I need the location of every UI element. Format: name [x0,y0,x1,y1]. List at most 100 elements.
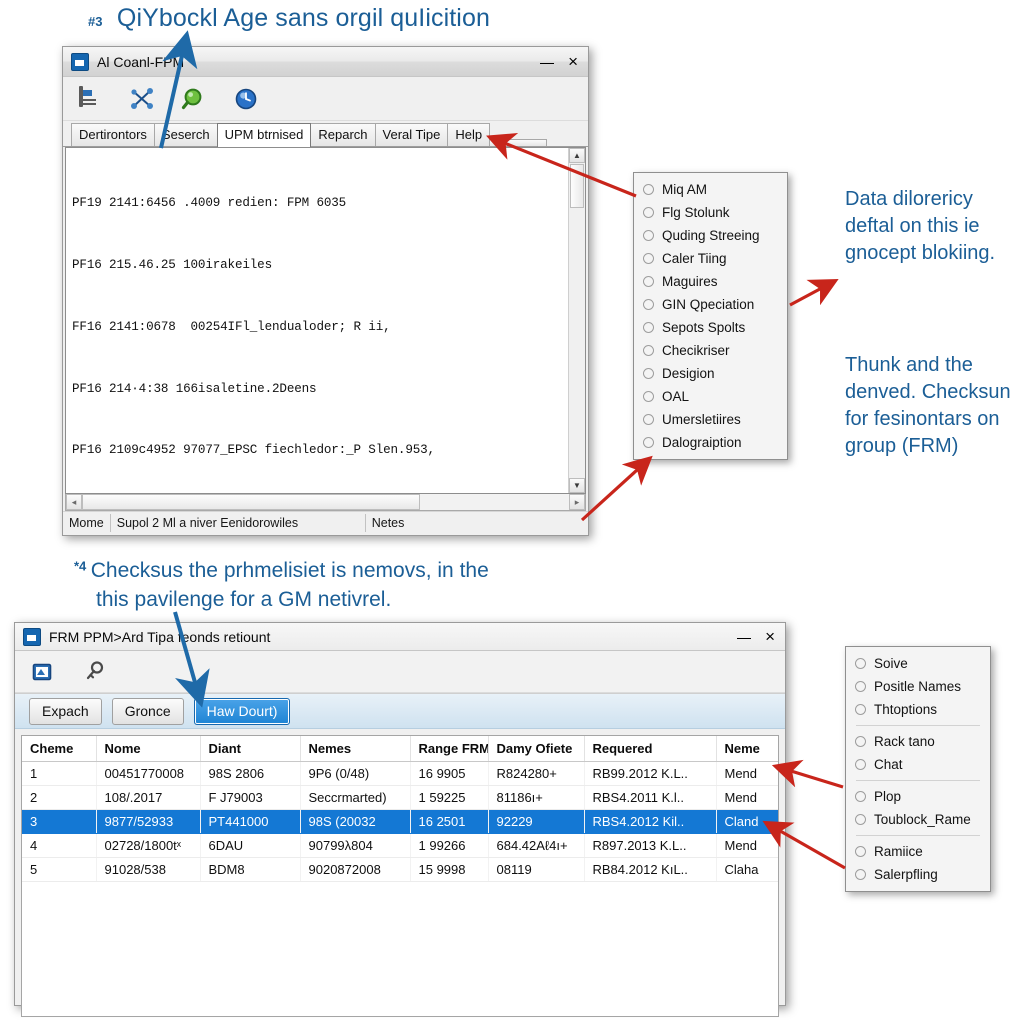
table-row[interactable]: 3 9877/52933 PT441000 98S (20032 16 2501… [22,809,778,834]
column-header-damy-ofiete[interactable]: Damy Ofiete [488,736,585,762]
menu-item-toublock-rame[interactable]: Toublock_Rame [846,808,990,831]
cell-diant: F J79003 [200,785,301,810]
table-row[interactable]: 4 02728/1800tˣ 6DAU 90799λ804 1 99266 68… [22,833,778,858]
log-text-area[interactable]: PF19 2141:6456 .4009 redien: FPM 6035 PF… [65,147,586,494]
radio-icon [855,681,866,692]
gronce-button[interactable]: Gronce [111,697,184,725]
tab-veral-tipe[interactable]: Veral Tipe [374,123,449,146]
minimize-button[interactable] [540,53,555,71]
menu-item-label: Dalograiption [662,435,742,450]
context-menu-top[interactable]: Miq AM Flg Stolunk Quding Streeing Caler… [633,172,788,460]
log-horizontal-scrollbar[interactable]: ◂ ▸ [65,494,586,511]
table-window-titlebar[interactable]: FRM PPM>Ard Tipa feonds retiount × [15,623,785,651]
status-cell-mome: Mome [63,513,111,532]
table-row[interactable]: 1 00451770008 98S 2806 9P6 (0/48) 16 990… [22,761,778,786]
tab-seserch[interactable]: Seserch [153,123,218,146]
menu-item-plop[interactable]: Plop [846,785,990,808]
horizontal-scroll-track[interactable] [420,494,569,510]
radio-icon [643,299,654,310]
menu-item-rack-tano[interactable]: Rack tano [846,730,990,753]
menu-item-maguires[interactable]: Maguires [634,270,787,293]
minimize-button[interactable] [737,628,752,646]
table-window[interactable]: FRM PPM>Ard Tipa feonds retiount × Expac… [14,622,786,1017]
menu-item-salerpfling[interactable]: Salerpfling [846,863,990,886]
menu-item-umersletiires[interactable]: Umersletiires [634,408,787,431]
annotation-top-marker: #3 [88,14,103,29]
scatter-graph-icon[interactable] [129,86,155,112]
search-magnifier-icon[interactable] [181,86,207,112]
clock-globe-icon[interactable] [233,86,259,112]
radio-icon [643,345,654,356]
log-vertical-scrollbar[interactable]: ▲ ▼ [568,148,585,493]
key-icon[interactable] [81,659,107,685]
menu-item-label: OAL [662,389,690,404]
tab-reparch[interactable]: Reparch [310,123,376,146]
scroll-down-arrow-icon[interactable]: ▼ [569,478,585,493]
table-row[interactable]: 2 108/.2017 F J79003 Seccrmarted) 1 5922… [22,785,778,810]
scroll-right-arrow-icon[interactable]: ▸ [569,494,585,510]
cell-range-frm: 16 9905 [410,761,489,786]
menu-item-label: Quding Streeing [662,228,760,243]
menu-separator [856,835,980,836]
tab-help[interactable]: Help [447,123,491,146]
scroll-left-arrow-icon[interactable]: ◂ [66,494,82,510]
close-button[interactable]: × [568,53,578,70]
menu-item-miq-am[interactable]: Miq AM [634,178,787,201]
cell-requered: RB84.2012 KıL.. [584,857,717,882]
menu-item-label: Chat [874,757,903,772]
column-header-cheme[interactable]: Cheme [22,736,97,762]
column-header-nome[interactable]: Nome [96,736,201,762]
column-header-nemes[interactable]: Nemes [300,736,411,762]
menu-item-quding-streeing[interactable]: Quding Streeing [634,224,787,247]
annotation-right-1: Data dilorericy deftal on this ie gnocep… [845,188,996,264]
menu-item-gin-qpeciation[interactable]: GIN Qpeciation [634,293,787,316]
tab-dertirontors[interactable]: Dertirontors [71,123,155,146]
cell-damy-ofiete: 08119 [488,857,585,882]
menu-item-ramiice[interactable]: Ramiice [846,840,990,863]
document-icon[interactable] [77,85,103,112]
radio-icon [643,276,654,287]
haw-dourt-button[interactable]: Haw Dourt) [193,697,291,725]
menu-item-thtoptions[interactable]: Thtoptions [846,698,990,721]
menu-item-dalograiption[interactable]: Dalograiption [634,431,787,454]
tab-upm-btrnised[interactable]: UPM btrnised [216,123,312,147]
log-window-tabs[interactable]: Dertirontors Seserch UPM btrnised Reparc… [63,121,588,147]
horizontal-scroll-thumb[interactable] [82,494,420,510]
arrow-menu-to-row2 [771,759,844,789]
column-header-diant[interactable]: Diant [200,736,301,762]
radio-icon [643,368,654,379]
menu-item-label: Umersletiires [662,412,741,427]
menu-item-chat[interactable]: Chat [846,753,990,776]
cell-neme: Claha [716,857,778,882]
window-icon[interactable] [29,659,55,685]
menu-item-label: Maguires [662,274,718,289]
log-window-titlebar[interactable]: Al Coanl-FPM × [63,47,588,77]
context-menu-bottom[interactable]: Soive Positle Names Thtoptions Rack tano… [845,646,991,892]
menu-item-sepots-spolts[interactable]: Sepots Spolts [634,316,787,339]
expach-button[interactable]: Expach [29,697,102,725]
table-window-toolbar[interactable] [15,651,785,693]
scroll-up-arrow-icon[interactable]: ▲ [569,148,585,163]
table-row[interactable]: 5 91028/538 BDM8 9020872008 15 9998 0811… [22,857,778,882]
column-header-neme[interactable]: Neme [716,736,778,762]
column-header-requered[interactable]: Requered [584,736,717,762]
menu-item-positle-names[interactable]: Positle Names [846,675,990,698]
table-window-tabbar[interactable]: Expach Gronce Haw Dourt) [15,693,785,729]
close-button[interactable]: × [765,628,775,645]
menu-item-soive[interactable]: Soive [846,652,990,675]
radio-icon [643,391,654,402]
menu-item-checikriser[interactable]: Checikriser [634,339,787,362]
data-grid[interactable]: Cheme Nome Diant Nemes Range FRM Damy Of… [21,735,779,1017]
log-window[interactable]: Al Coanl-FPM × Dertirontors Seserch UPM … [62,46,589,536]
table-header-row: Cheme Nome Diant Nemes Range FRM Damy Of… [22,736,778,762]
table-window-title: FRM PPM>Ard Tipa feonds retiount [49,628,271,645]
menu-item-caler-tiing[interactable]: Caler Tiing [634,247,787,270]
log-window-toolbar[interactable] [63,77,588,121]
menu-item-oal[interactable]: OAL [634,385,787,408]
vertical-scroll-thumb[interactable] [570,164,584,208]
menu-item-flg-stolunk[interactable]: Flg Stolunk [634,201,787,224]
menu-item-desigion[interactable]: Desigion [634,362,787,385]
column-header-range-frm[interactable]: Range FRM [410,736,489,762]
menu-item-label: Ramiice [874,844,923,859]
cell-nemes: 9P6 (0/48) [300,761,411,786]
